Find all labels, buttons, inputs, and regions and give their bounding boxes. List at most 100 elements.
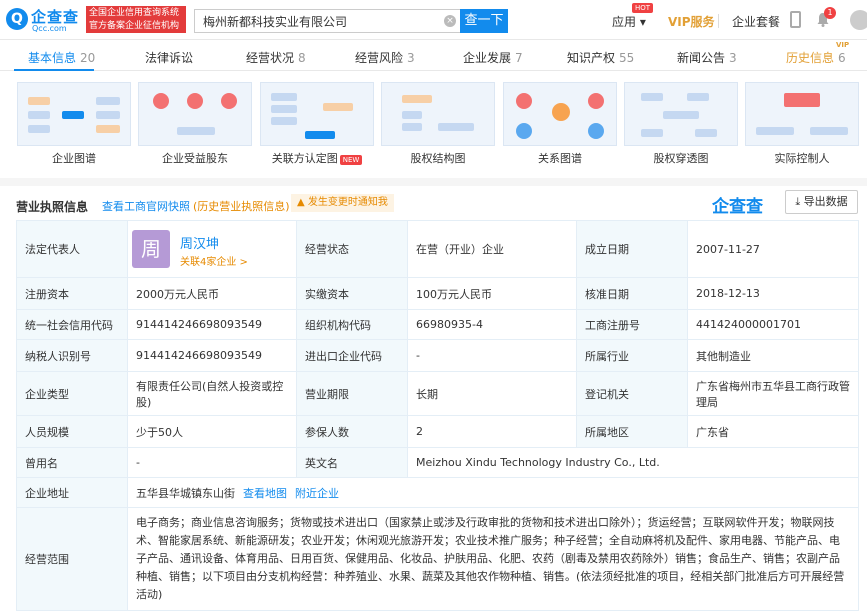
related-companies-link[interactable]: 关联4家企业 > bbox=[180, 253, 248, 268]
search-button[interactable]: 查一下 bbox=[460, 9, 508, 33]
table-row: 法定代表人 周 周汉坤 关联4家企业 > 经营状态 在营（开业）企业 成立日期 … bbox=[16, 220, 859, 278]
notify-change-label: 发生变更时通知我 bbox=[307, 197, 388, 208]
thumb-label: 股权穿透图 bbox=[653, 152, 709, 165]
table-row: 曾用名 - 英文名 Meizhou Xindu Technology Indus… bbox=[16, 447, 859, 478]
table-value: Meizhou Xindu Technology Industry Co., L… bbox=[407, 447, 859, 478]
table-key: 登记机关 bbox=[576, 371, 688, 416]
section-header: 营业执照信息 查看工商官网快照 (历史营业执照信息) ▲ 发生变更时通知我 企查… bbox=[0, 188, 867, 218]
tab-count: 7 bbox=[515, 51, 523, 65]
tab-litigation[interactable]: 法律诉讼 bbox=[145, 49, 193, 66]
table-key: 组织机构代码 bbox=[296, 309, 408, 340]
tab-news[interactable]: 新闻公告 3 bbox=[677, 49, 737, 66]
logo-mark-icon: Q bbox=[6, 8, 28, 30]
table-row: 纳税人识别号 914414246698093549 进出口企业代码 - 所属行业… bbox=[16, 339, 859, 372]
legal-rep-name[interactable]: 周汉坤 bbox=[180, 233, 219, 252]
gsj-snapshot-link[interactable]: 查看工商官网快照 bbox=[102, 198, 190, 214]
thumb-label: 企业受益股东 bbox=[162, 152, 228, 165]
table-value: - bbox=[407, 339, 577, 372]
table-key: 所属行业 bbox=[576, 339, 688, 372]
table-key: 所属地区 bbox=[576, 415, 688, 448]
thumb-beneficial-owner[interactable] bbox=[138, 82, 252, 146]
table-key: 人员规模 bbox=[16, 415, 128, 448]
tab-label: 法律诉讼 bbox=[145, 51, 194, 65]
export-button[interactable]: ⤓ 导出数据 bbox=[785, 190, 858, 214]
table-row: 人员规模 少于50人 参保人数 2 所属地区 广东省 bbox=[16, 415, 859, 448]
nearby-companies-link[interactable]: 附近企业 bbox=[295, 487, 339, 500]
table-key: 企业地址 bbox=[16, 477, 128, 508]
thumb-related-party[interactable] bbox=[260, 82, 374, 146]
tab-label: 知识产权 bbox=[567, 51, 616, 65]
table-value: 100万元人民币 bbox=[407, 277, 577, 310]
search-input[interactable] bbox=[195, 10, 445, 32]
legal-rep-avatar: 周 bbox=[132, 230, 170, 268]
legal-rep-cell: 周 周汉坤 关联4家企业 > bbox=[127, 220, 297, 278]
table-value: 914414246698093549 bbox=[127, 339, 297, 372]
table-value: 66980935-4 bbox=[407, 309, 577, 340]
tab-count: 3 bbox=[407, 51, 415, 65]
table-row: 企业类型 有限责任公司(自然人投资或控股) 营业期限 长期 登记机关 广东省梅州… bbox=[16, 371, 859, 416]
table-key: 实缴资本 bbox=[296, 277, 408, 310]
thumb-label: 关联方认定图 bbox=[271, 152, 338, 165]
top-bar: Q 企查查 Qcc.com 全国企业信用查询系统 官方备案企业征信机构 × 查一… bbox=[0, 0, 867, 40]
table-value: 2018-12-13 bbox=[687, 277, 859, 310]
thumb-label-row: 关联方认定图 NEW bbox=[260, 150, 374, 166]
tab-operations[interactable]: 经营状况 8 bbox=[246, 49, 306, 66]
nav-package[interactable]: 企业套餐 bbox=[732, 13, 780, 30]
table-value: 441424000001701 bbox=[687, 309, 859, 340]
graph-thumbnails: 企业图谱 企业受益股东 关联方认定图NEW 股权结构图 关系图谱 股权穿透图 bbox=[0, 74, 867, 170]
clear-icon[interactable]: × bbox=[444, 15, 456, 27]
thumb-actual-controller[interactable] bbox=[745, 82, 859, 146]
table-row: 注册资本 2000万元人民币 实缴资本 100万元人民币 核准日期 2018-1… bbox=[16, 277, 859, 310]
thumb-relationship-graph[interactable] bbox=[503, 82, 617, 146]
thumb-label: 股权结构图 bbox=[410, 152, 466, 165]
tab-development[interactable]: 企业发展 7 bbox=[463, 49, 523, 66]
thumb-enterprise-graph[interactable] bbox=[17, 82, 131, 146]
thumb-equity-penetration[interactable] bbox=[624, 82, 738, 146]
table-key: 法定代表人 bbox=[16, 220, 128, 278]
main-tabs: 基本信息 20 法律诉讼 经营状况 8 经营风险 3 企业发展 7 知识产权 55 新闻公… bbox=[0, 41, 867, 71]
thumb-label: 实际控制人 bbox=[774, 152, 830, 165]
tab-basic-info[interactable]: 基本信息 20 bbox=[28, 49, 95, 66]
tab-count: 3 bbox=[729, 51, 737, 65]
view-map-link[interactable]: 查看地图 bbox=[243, 487, 287, 500]
table-key: 纳税人识别号 bbox=[16, 339, 128, 372]
tab-label: 经营状况 bbox=[246, 51, 295, 65]
table-key: 统一社会信用代码 bbox=[16, 309, 128, 340]
table-key: 经营状态 bbox=[296, 220, 408, 278]
tab-ip[interactable]: 知识产权 55 bbox=[567, 49, 634, 66]
address-value: 五华县华城镇东山街 bbox=[136, 486, 235, 500]
table-row: 统一社会信用代码 914414246698093549 组织机构代码 66980… bbox=[16, 309, 859, 340]
thumb-equity-structure[interactable] bbox=[381, 82, 495, 146]
table-key: 企业类型 bbox=[16, 371, 128, 416]
table-value: 2 bbox=[407, 415, 577, 448]
section-divider bbox=[0, 178, 867, 186]
logo-domain: Qcc.com bbox=[32, 24, 67, 33]
tab-count: 55 bbox=[619, 51, 635, 65]
table-row: 企业地址 五华县华城镇东山街 查看地图 附近企业 bbox=[16, 477, 859, 508]
table-value: 长期 bbox=[407, 371, 577, 416]
legal-rep-card: 周 周汉坤 关联4家企业 > bbox=[128, 221, 296, 277]
table-value: - bbox=[127, 447, 297, 478]
new-badge: NEW bbox=[339, 155, 363, 165]
history-license-link[interactable]: (历史营业执照信息) bbox=[193, 198, 290, 214]
table-key: 经营范围 bbox=[16, 507, 128, 611]
slogan-banner: 全国企业信用查询系统 官方备案企业征信机构 bbox=[86, 6, 186, 33]
thumb-label: 企业图谱 bbox=[52, 152, 96, 165]
user-avatar[interactable] bbox=[850, 10, 867, 30]
thumb-label: 关系图谱 bbox=[538, 152, 582, 165]
table-key: 曾用名 bbox=[16, 447, 128, 478]
tab-history[interactable]: 历史信息 6 bbox=[786, 49, 846, 66]
business-license-table: 法定代表人 周 周汉坤 关联4家企业 > 经营状态 在营（开业）企业 成立日期 … bbox=[16, 220, 859, 611]
notify-change-button[interactable]: ▲ 发生变更时通知我 bbox=[291, 194, 394, 212]
qcc-logo[interactable]: Q 企查查 Qcc.com bbox=[6, 6, 84, 34]
table-key: 英文名 bbox=[296, 447, 408, 478]
download-icon: ⤓ bbox=[795, 195, 804, 208]
table-key: 参保人数 bbox=[296, 415, 408, 448]
table-value: 2007-11-27 bbox=[687, 220, 859, 278]
nav-vip[interactable]: VIP服务 bbox=[668, 13, 715, 30]
mobile-icon[interactable] bbox=[790, 11, 801, 28]
table-value: 2000万元人民币 bbox=[127, 277, 297, 310]
notification-badge: 1 bbox=[824, 7, 836, 19]
tab-risk[interactable]: 经营风险 3 bbox=[355, 49, 415, 66]
nav-app[interactable]: 应用 ▾ bbox=[612, 13, 646, 30]
